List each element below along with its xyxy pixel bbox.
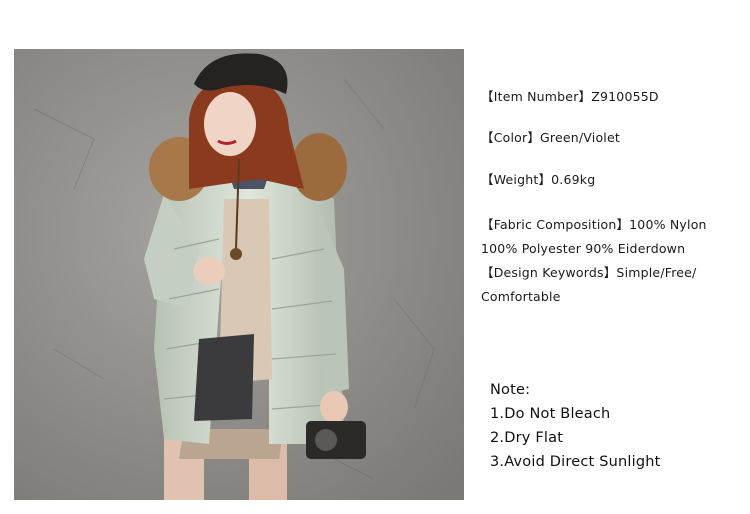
fabric-composition-line2: 100% Polyester 90% Eiderdown bbox=[481, 241, 686, 256]
model-illustration bbox=[14, 49, 464, 500]
fabric-composition-line1: 【Fabric Composition】100% Nylon bbox=[481, 217, 707, 232]
design-keywords-line1: 【Design Keywords】Simple/Free/ bbox=[481, 265, 697, 280]
face bbox=[204, 92, 256, 156]
note-item: 2.Dry Flat bbox=[490, 430, 564, 446]
design-keywords-line2: Comfortable bbox=[481, 289, 561, 304]
notes-heading: Note: bbox=[490, 382, 531, 398]
color-spec: 【Color】Green/Violet bbox=[481, 130, 620, 145]
item-number: 【Item Number】Z910055D bbox=[481, 89, 659, 104]
dark-top bbox=[194, 334, 254, 421]
fur-trim-right bbox=[291, 133, 347, 201]
product-photo bbox=[14, 49, 464, 500]
note-item: 1.Do Not Bleach bbox=[490, 406, 611, 422]
weight-spec: 【Weight】0.69kg bbox=[481, 172, 596, 187]
note-item: 3.Avoid Direct Sunlight bbox=[490, 454, 661, 470]
care-notes: Note: 1.Do Not Bleach 2.Dry Flat 3.Avoid… bbox=[490, 378, 661, 474]
